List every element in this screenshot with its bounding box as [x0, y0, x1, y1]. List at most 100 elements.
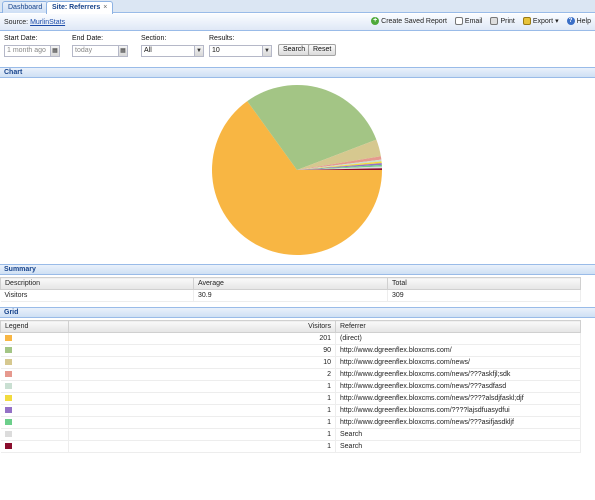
referrer-cell: Search	[335, 440, 581, 453]
visitors-cell: 1	[68, 392, 336, 405]
start-date-value: 1 month ago	[7, 47, 46, 54]
section-select[interactable]: All ▼	[141, 45, 204, 57]
results-group: Results: 10 ▼	[209, 35, 272, 57]
legend-swatch	[4, 443, 12, 450]
table-row[interactable]: 1 http://www.dgreenflex.bloxcms.com/????l…	[0, 404, 581, 417]
referrer-cell: http://www.dgreenflex.bloxcms.com/news/	[335, 356, 581, 369]
table-row[interactable]: 90 http://www.dgreenflex.bloxcms.com/	[0, 344, 581, 357]
print-button[interactable]: Print	[490, 17, 515, 25]
results-select[interactable]: 10 ▼	[209, 45, 272, 57]
create-saved-report-button[interactable]: + Create Saved Report	[371, 17, 447, 25]
tab-dashboard[interactable]: Dashboard	[2, 1, 49, 13]
referrer-cell: (direct)	[335, 332, 581, 345]
start-date-label: Start Date:	[4, 35, 38, 42]
visitors-cell: 1	[68, 428, 336, 441]
referrer-cell: http://www.dgreenflex.bloxcms.com/????la…	[335, 404, 581, 417]
legend-swatch	[4, 383, 12, 390]
summary-description-cell: Visitors	[0, 289, 194, 302]
calendar-icon[interactable]: ▦	[118, 45, 128, 57]
close-icon[interactable]: ×	[103, 4, 107, 11]
results-label: Results:	[209, 35, 235, 42]
reset-button[interactable]: Reset	[308, 44, 337, 56]
help-label: Help	[576, 17, 591, 25]
end-date-group: End Date: today ▦	[72, 35, 128, 57]
legend-cell	[0, 380, 69, 393]
chevron-down-icon[interactable]: ▼	[194, 45, 204, 57]
table-row[interactable]: 201 (direct)	[0, 332, 581, 345]
grid-col-legend[interactable]: Legend	[0, 320, 69, 333]
help-button[interactable]: ? Help	[566, 17, 591, 25]
chevron-down-icon[interactable]: ▼	[262, 45, 272, 57]
section-label: Section:	[141, 35, 167, 42]
print-label: Print	[500, 17, 515, 25]
summary-total-cell: 309	[387, 289, 581, 302]
grid-panel-header[interactable]: Grid	[0, 307, 595, 318]
plus-icon: +	[371, 17, 380, 25]
email-label: Email	[464, 17, 483, 25]
tab-label: Site: Referrers	[52, 4, 101, 11]
grid-col-visitors[interactable]: Visitors	[68, 320, 336, 333]
chart-panel-header[interactable]: Chart	[0, 67, 595, 78]
create-saved-report-label: Create Saved Report	[381, 17, 447, 25]
search-button[interactable]: Search	[278, 44, 311, 56]
visitors-cell: 90	[68, 344, 336, 357]
summary-average-cell: 30.9	[193, 289, 388, 302]
print-icon	[490, 17, 499, 25]
referrer-cell: http://www.dgreenflex.bloxcms.com/news/?…	[335, 416, 581, 429]
end-date-label: End Date:	[72, 35, 104, 42]
summary-col-average[interactable]: Average	[193, 277, 388, 290]
grid-col-referrer[interactable]: Referrer	[335, 320, 581, 333]
table-row[interactable]: 1 Search	[0, 428, 581, 441]
tab-label: Dashboard	[8, 4, 43, 11]
visitors-cell: 1	[68, 380, 336, 393]
legend-cell	[0, 440, 69, 453]
export-button[interactable]: Export ▾	[522, 17, 559, 25]
visitors-cell: 1	[68, 404, 336, 417]
table-row[interactable]: 1 Search	[0, 440, 581, 453]
tab-bar: Dashboard Site: Referrers ×	[0, 0, 595, 14]
table-row[interactable]: 1 http://www.dgreenflex.bloxcms.com/news/…	[0, 392, 581, 405]
visitors-cell: 201	[68, 332, 336, 345]
results-value: 10	[212, 47, 220, 54]
chevron-down-icon: ▾	[555, 18, 559, 25]
legend-swatch	[4, 395, 12, 402]
section-group: Section: All ▼	[141, 35, 204, 57]
source-prefix: Source:	[4, 19, 29, 26]
legend-cell	[0, 416, 69, 429]
summary-col-total[interactable]: Total	[387, 277, 581, 290]
referrer-cell: Search	[335, 428, 581, 441]
start-date-group: Start Date: 1 month ago ▦	[4, 35, 60, 57]
source-link[interactable]: MurlinStats	[30, 19, 65, 26]
end-date-value: today	[75, 47, 93, 54]
summary-header-row: Description Average Total	[0, 277, 581, 290]
table-row[interactable]: 1 http://www.dgreenflex.bloxcms.com/news/…	[0, 380, 581, 393]
table-row[interactable]: Visitors 30.9 309	[0, 289, 581, 302]
legend-swatch	[4, 419, 12, 426]
source-label: Source: MurlinStats	[4, 19, 65, 26]
legend-cell	[0, 428, 69, 441]
help-icon: ?	[566, 17, 575, 25]
legend-cell	[0, 404, 69, 417]
legend-swatch	[4, 407, 12, 414]
visitors-cell: 1	[68, 440, 336, 453]
export-icon	[522, 17, 531, 25]
calendar-icon[interactable]: ▦	[50, 45, 60, 57]
tab-site-referrers[interactable]: Site: Referrers ×	[46, 1, 114, 14]
table-row[interactable]: 2 http://www.dgreenflex.bloxcms.com/news/…	[0, 368, 581, 381]
email-button[interactable]: Email	[454, 17, 483, 25]
legend-cell	[0, 332, 69, 345]
export-label: Export	[532, 17, 554, 25]
legend-swatch	[4, 335, 12, 342]
legend-swatch	[4, 431, 12, 438]
referrer-cell: http://www.dgreenflex.bloxcms.com/news/?…	[335, 368, 581, 381]
end-date-field[interactable]: today ▦	[72, 45, 128, 57]
start-date-field[interactable]: 1 month ago ▦	[4, 45, 60, 57]
summary-col-description[interactable]: Description	[0, 277, 194, 290]
grid-header-row: Legend Visitors Referrer	[0, 320, 581, 333]
report-toolbar: Source: MurlinStats + Create Saved Repor…	[0, 14, 595, 31]
table-row[interactable]: 10 http://www.dgreenflex.bloxcms.com/news…	[0, 356, 581, 369]
visitors-cell: 1	[68, 416, 336, 429]
legend-cell	[0, 344, 69, 357]
table-row[interactable]: 1 http://www.dgreenflex.bloxcms.com/news/…	[0, 416, 581, 429]
summary-panel-header[interactable]: Summary	[0, 264, 595, 275]
